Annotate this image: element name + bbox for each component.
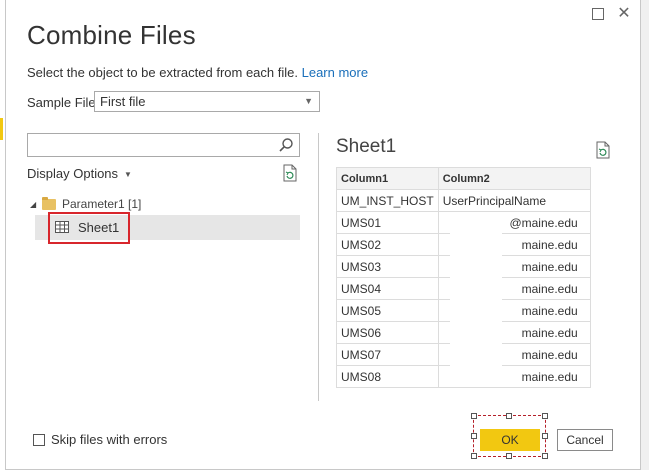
close-button[interactable]: ✕ — [616, 6, 632, 22]
selection-handle — [542, 413, 548, 419]
table-icon — [55, 221, 69, 233]
table-cell: UMS05 — [336, 299, 439, 322]
skip-files-option[interactable]: Skip files with errors — [33, 432, 167, 447]
table-cell: UMS03 — [336, 255, 439, 278]
search-input[interactable] — [32, 134, 276, 156]
table-row: UM_INST_HOST UserPrincipalName — [336, 189, 591, 212]
table-cell: UserPrincipalName — [437, 189, 591, 212]
sample-file-label: Sample File: — [27, 95, 100, 110]
table-cell: UMS02 — [336, 233, 439, 256]
selection-handle — [471, 413, 477, 419]
sample-file-dropdown[interactable]: First file ▼ — [94, 91, 320, 112]
refresh-icon[interactable] — [595, 141, 611, 159]
selection-handle — [471, 453, 477, 459]
folder-label: Parameter1 [1] — [62, 197, 142, 211]
pane-divider — [318, 133, 319, 401]
subtitle-text: Select the object to be extracted from e… — [27, 65, 298, 80]
learn-more-link[interactable]: Learn more — [302, 65, 368, 80]
display-options-label: Display Options — [27, 166, 119, 181]
close-icon: ✕ — [617, 5, 631, 22]
cancel-button[interactable]: Cancel — [557, 429, 613, 451]
table-cell: UMS08 — [336, 365, 439, 388]
selection-handle — [506, 453, 512, 459]
table-cell: UMS07 — [336, 343, 439, 366]
dialog-subtitle: Select the object to be extracted from e… — [27, 65, 368, 80]
table-cell: UMS01 — [336, 211, 439, 234]
background-app-edge — [640, 0, 649, 470]
search-icon[interactable] — [278, 137, 294, 153]
skip-files-label: Skip files with errors — [51, 432, 168, 447]
refresh-icon[interactable] — [282, 164, 298, 182]
table-cell: UMS04 — [336, 277, 439, 300]
table-header-row: Column1 Column2 — [336, 167, 591, 190]
chevron-down-icon: ▼ — [124, 170, 132, 180]
background-app-accent — [0, 118, 3, 140]
sheet1-label: Sheet1 — [78, 220, 120, 235]
ok-button[interactable]: OK — [480, 429, 540, 451]
preview-title: Sheet1 — [336, 136, 397, 157]
maximize-button[interactable] — [590, 6, 606, 22]
column-header: Column1 — [336, 167, 439, 190]
folder-icon — [42, 196, 56, 210]
expand-caret-icon[interactable]: ◢ — [30, 200, 42, 209]
chevron-down-icon: ▼ — [304, 96, 313, 106]
selection-handle — [542, 453, 548, 459]
sample-file-value: First file — [100, 94, 146, 109]
skip-files-checkbox[interactable] — [33, 433, 45, 446]
table-cell: UMS06 — [336, 321, 439, 344]
selection-handle — [542, 433, 548, 439]
selection-handle — [471, 433, 477, 439]
selection-handle — [506, 413, 512, 419]
search-field[interactable] — [27, 133, 300, 157]
column-header: Column2 — [437, 167, 591, 190]
display-options-dropdown[interactable]: Display Options ▼ — [27, 166, 132, 181]
table-cell: UM_INST_HOST — [336, 189, 439, 212]
dialog-title: Combine Files — [27, 20, 196, 50]
maximize-icon — [592, 8, 604, 20]
redaction-block — [450, 212, 502, 380]
tree-folder-parameter1[interactable]: ◢ Parameter1 [1] — [30, 195, 141, 213]
